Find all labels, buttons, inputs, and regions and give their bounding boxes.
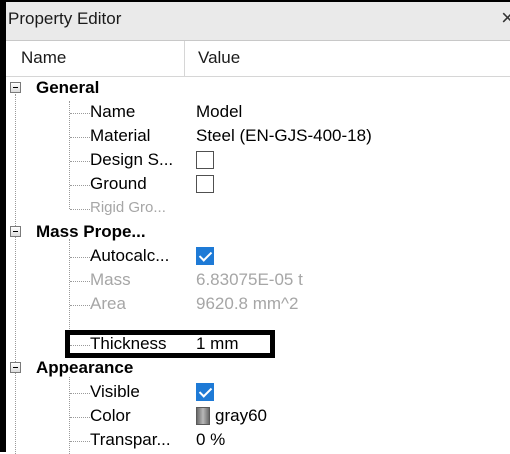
- close-icon[interactable]: ×: [501, 6, 510, 30]
- property-row-mass: Mass 6.83075E-05 t: [6, 269, 510, 293]
- property-label-mass: Mass: [90, 270, 131, 289]
- column-header-row: Name Value: [6, 41, 510, 77]
- property-grid: General Name Model Material Steel (EN-GJ…: [6, 77, 510, 454]
- property-label-visible: Visible: [90, 382, 140, 401]
- property-row-design-space[interactable]: Design S...: [6, 149, 510, 173]
- group-row-mass-properties[interactable]: Mass Prope...: [6, 221, 510, 245]
- column-header-name[interactable]: Name: [6, 41, 185, 76]
- property-row-material[interactable]: Material Steel (EN-GJS-400-18): [6, 125, 510, 149]
- title-bar: Property Editor ×: [6, 2, 510, 41]
- tree-connector: [70, 417, 90, 418]
- property-editor-panel: Property Editor × Name Value General Nam…: [0, 0, 510, 454]
- property-value-material[interactable]: Steel (EN-GJS-400-18): [196, 126, 372, 146]
- tree-connector: [70, 393, 90, 394]
- group-label-appearance: Appearance: [36, 358, 134, 377]
- property-label-ground: Ground: [90, 174, 147, 193]
- collapse-icon[interactable]: [10, 362, 21, 373]
- tree-connector: [70, 113, 90, 114]
- property-row-transparency[interactable]: Transpar... 0 %: [6, 429, 510, 453]
- property-row-ground[interactable]: Ground: [6, 173, 510, 197]
- group-row-general[interactable]: General: [6, 77, 510, 101]
- tree-connector: [70, 185, 90, 186]
- tree-connector: [70, 161, 90, 162]
- property-label-autocalc: Autocalc...: [90, 246, 170, 265]
- property-row-area: Area 9620.8 mm^2: [6, 293, 510, 317]
- tree-connector: [70, 441, 90, 442]
- color-swatch-icon[interactable]: [196, 407, 210, 425]
- group-label-general: General: [36, 78, 100, 97]
- property-label-name: Name: [90, 102, 136, 121]
- group-row-appearance[interactable]: Appearance: [6, 357, 510, 381]
- property-row-visible[interactable]: Visible: [6, 381, 510, 405]
- collapse-icon[interactable]: [10, 82, 21, 93]
- visible-checkbox[interactable]: [196, 383, 214, 401]
- design-space-checkbox[interactable]: [196, 151, 214, 169]
- ground-checkbox[interactable]: [196, 175, 214, 193]
- property-value-transparency[interactable]: 0 %: [196, 430, 225, 450]
- property-row-rigid-group: Rigid Gro...: [6, 197, 510, 221]
- column-header-value[interactable]: Value: [185, 41, 510, 76]
- tree-connector: [70, 305, 90, 306]
- property-value-color[interactable]: gray60: [215, 406, 267, 426]
- property-value-mass: 6.83075E-05 t: [196, 270, 303, 289]
- property-label-color: Color: [90, 406, 131, 425]
- column-header-name-label: Name: [21, 48, 67, 67]
- thickness-highlight-box: [65, 330, 275, 358]
- property-row-color[interactable]: Color gray60: [6, 405, 510, 429]
- property-label-area: Area: [90, 294, 126, 313]
- collapse-icon[interactable]: [10, 226, 21, 237]
- property-label-transparency: Transpar...: [90, 430, 171, 449]
- property-row-name[interactable]: Name Model: [6, 101, 510, 125]
- property-label-material: Material: [90, 126, 151, 145]
- tree-connector: [70, 257, 90, 258]
- group-label-mass-properties: Mass Prope...: [36, 222, 146, 241]
- panel-title: Property Editor: [8, 9, 122, 28]
- column-header-value-label: Value: [198, 48, 241, 67]
- tree-connector: [70, 281, 90, 282]
- property-label-design-space: Design S...: [90, 150, 174, 169]
- property-value-name[interactable]: Model: [196, 102, 242, 122]
- tree-connector: [70, 137, 90, 138]
- property-value-area: 9620.8 mm^2: [196, 294, 299, 313]
- property-row-autocalc[interactable]: Autocalc...: [6, 245, 510, 269]
- tree-connector: [70, 209, 90, 210]
- property-label-rigid-group: Rigid Gro...: [90, 199, 166, 216]
- autocalc-checkbox[interactable]: [196, 247, 214, 265]
